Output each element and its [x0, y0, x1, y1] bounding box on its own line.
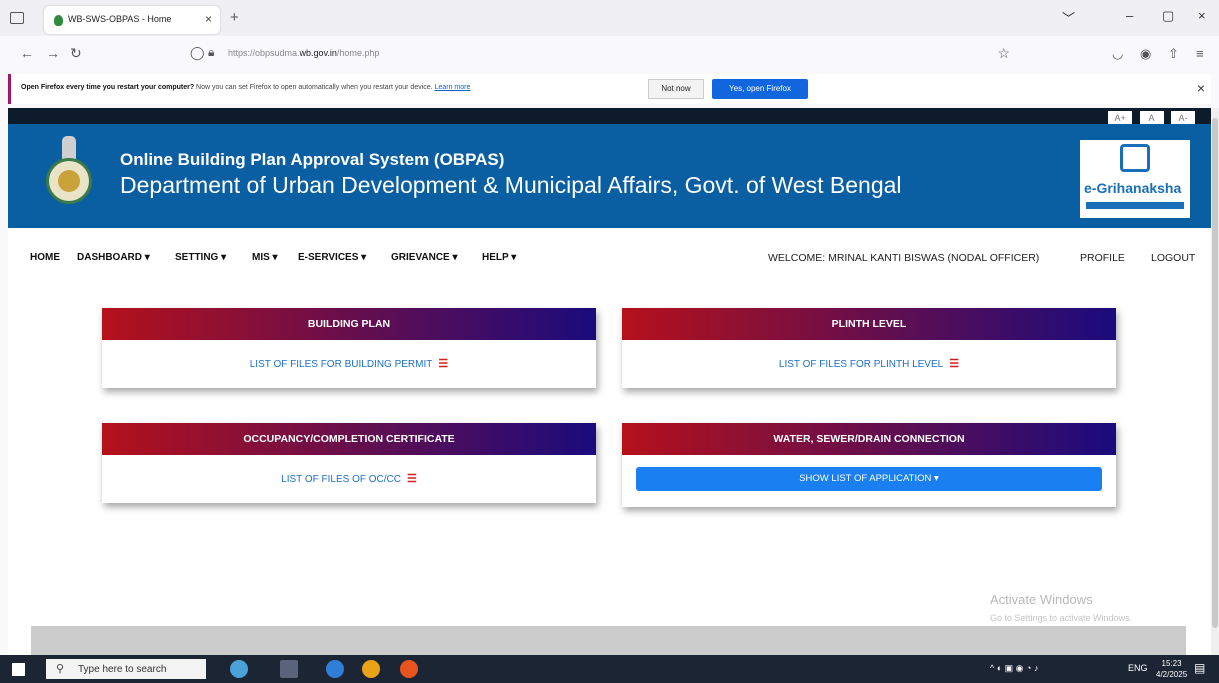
tray-icons[interactable]: ^ ◐ ▣ ◉ ◔ ♪ [990, 663, 1038, 674]
house-icon [1120, 144, 1150, 172]
menu-setting[interactable]: SETTING ▾ [175, 252, 226, 263]
windows-start-icon[interactable] [12, 663, 25, 676]
tab-close-icon[interactable]: × [205, 12, 212, 26]
building-permit-files-link[interactable]: LIST OF FILES FOR BUILDING PERMIT [250, 359, 433, 370]
windows-taskbar: ⚲ Type here to search ^ ◐ ▣ ◉ ◔ ♪ ENG 15… [0, 655, 1219, 683]
card-title: WATER, SEWER/DRAIN CONNECTION [622, 423, 1116, 455]
list-icon[interactable]: ☰ [949, 358, 959, 370]
card-body: LIST OF FILES OF OC/CC ☰ [102, 455, 596, 503]
profile-link[interactable]: PROFILE [1080, 252, 1125, 264]
site-header: Online Building Plan Approval System (OB… [8, 124, 1211, 228]
url-text[interactable]: https://obpsudma.wb.gov.in/home.php [228, 48, 379, 58]
browser-tab-bar: WB-SWS-OBPAS - Home × + ﹀ – ▢ × [0, 0, 1219, 36]
menu-dashboard[interactable]: DASHBOARD ▾ [77, 252, 150, 263]
occupancy-card: OCCUPANCY/COMPLETION CERTIFICATE LIST OF… [102, 423, 596, 503]
logo-text: e-Grihanaksha [1084, 180, 1182, 196]
top-strip: A+ A A- [8, 108, 1211, 125]
menu-mis[interactable]: MIS ▾ [252, 252, 278, 263]
building-plan-card: BUILDING PLAN LIST OF FILES FOR BUILDING… [102, 308, 596, 388]
list-icon[interactable]: ☰ [438, 358, 448, 370]
new-tab-icon[interactable]: + [230, 9, 239, 26]
reload-icon[interactable]: ↻ [70, 45, 82, 62]
plinth-level-card: PLINTH LEVEL LIST OF FILES FOR PLINTH LE… [622, 308, 1116, 388]
oc-cc-files-link[interactable]: LIST OF FILES OF OC/CC [281, 474, 401, 485]
card-body: LIST OF FILES FOR BUILDING PERMIT ☰ [102, 340, 596, 388]
card-title: PLINTH LEVEL [622, 308, 1116, 340]
edge-icon[interactable] [326, 660, 344, 678]
url-bar[interactable]: ◯ 🔒︎ https://obpsudma.wb.gov.in/home.php… [180, 41, 1016, 67]
pocket-icon[interactable]: ◡ [1112, 46, 1123, 62]
task-view-icon[interactable] [280, 660, 298, 678]
notification-message: Open Firefox every time you restart your… [21, 84, 471, 91]
browser-nav-bar: ← → ↻ ◯ 🔒︎ https://obpsudma.wb.gov.in/ho… [0, 36, 1219, 72]
account-icon[interactable]: ◉ [1140, 46, 1151, 62]
list-icon[interactable]: ☰ [407, 473, 417, 485]
yes-open-firefox-button[interactable]: Yes, open Firefox [712, 79, 808, 99]
west-bengal-emblem-icon [34, 134, 104, 218]
tab-overflow-icon[interactable]: ﹀ [1062, 8, 1075, 27]
show-list-of-application-button[interactable]: SHOW LIST OF APPLICATION ▾ [636, 467, 1102, 491]
welcome-text: WELCOME: MRINAL KANTI BISWAS (NODAL OFFI… [768, 252, 1040, 264]
water-sewer-card: WATER, SEWER/DRAIN CONNECTION SHOW LIST … [622, 423, 1116, 507]
firefox-icon[interactable] [400, 660, 418, 678]
menu-e-services[interactable]: E-SERVICES ▾ [298, 252, 366, 263]
window-close-icon[interactable]: × [1198, 8, 1206, 23]
chrome-icon[interactable] [362, 660, 380, 678]
search-placeholder: Type here to search [78, 664, 167, 675]
footer-bar [31, 626, 1186, 655]
department-title: Department of Urban Development & Munici… [120, 172, 902, 198]
weather-icon[interactable] [230, 660, 248, 678]
web-page: A+ A A- Online Building Plan Approval Sy… [8, 108, 1211, 655]
plinth-level-files-link[interactable]: LIST OF FILES FOR PLINTH LEVEL [779, 359, 943, 370]
font-decrease-button[interactable]: A- [1171, 111, 1195, 125]
minimize-icon[interactable]: – [1126, 8, 1133, 23]
notifications-icon[interactable]: ▤ [1194, 661, 1205, 675]
activate-windows-subtext: Go to Settings to activate Windows. [990, 613, 1133, 623]
card-title: BUILDING PLAN [102, 308, 596, 340]
system-title: Online Building Plan Approval System (OB… [120, 150, 505, 169]
card-body: LIST OF FILES FOR PLINTH LEVEL ☰ [622, 340, 1116, 388]
lock-icon[interactable]: 🔒︎ [208, 45, 214, 60]
tab-title: WB-SWS-OBPAS - Home [68, 14, 172, 24]
font-normal-button[interactable]: A [1139, 111, 1164, 125]
tracking-shield-icon[interactable]: ◯ [190, 45, 205, 61]
learn-more-link[interactable]: Learn more [435, 84, 471, 91]
bookmark-star-icon[interactable]: ☆ [997, 45, 1010, 62]
app-menu-icon[interactable]: ≡ [1196, 46, 1204, 61]
menu-grievance[interactable]: GRIEVANCE ▾ [391, 252, 458, 263]
browser-tab[interactable]: WB-SWS-OBPAS - Home × [44, 6, 220, 34]
search-icon: ⚲ [56, 663, 65, 675]
taskbar-search-box[interactable]: ⚲ Type here to search [46, 659, 206, 679]
site-favicon-icon [54, 15, 63, 26]
menu-home[interactable]: HOME [30, 252, 60, 263]
forward-icon[interactable]: → [46, 45, 60, 61]
taskbar-clock[interactable]: 15:23 4/2/2025 [1156, 658, 1187, 680]
restore-icon[interactable]: ▢ [1162, 8, 1174, 24]
notification-close-icon[interactable]: × [1197, 80, 1205, 96]
e-grihanaksha-logo: e-Grihanaksha [1080, 140, 1190, 218]
font-increase-button[interactable]: A+ [1108, 111, 1133, 125]
card-title: OCCUPANCY/COMPLETION CERTIFICATE [102, 423, 596, 455]
back-icon[interactable]: ← [20, 45, 34, 61]
firefox-notification-bar: Open Firefox every time you restart your… [8, 74, 1211, 104]
menu-help[interactable]: HELP ▾ [482, 252, 516, 263]
tab-list-icon[interactable] [10, 12, 24, 24]
language-indicator[interactable]: ENG [1128, 663, 1148, 673]
not-now-button[interactable]: Not now [648, 79, 704, 99]
extensions-icon[interactable]: ⇧ [1168, 46, 1179, 62]
activate-windows-watermark: Activate Windows [990, 592, 1093, 607]
logout-link[interactable]: LOGOUT [1151, 252, 1195, 264]
main-menu: HOME DASHBOARD ▾ SETTING ▾ MIS ▾ E-SERVI… [8, 228, 1211, 286]
page-scrollbar[interactable] [1211, 108, 1219, 655]
